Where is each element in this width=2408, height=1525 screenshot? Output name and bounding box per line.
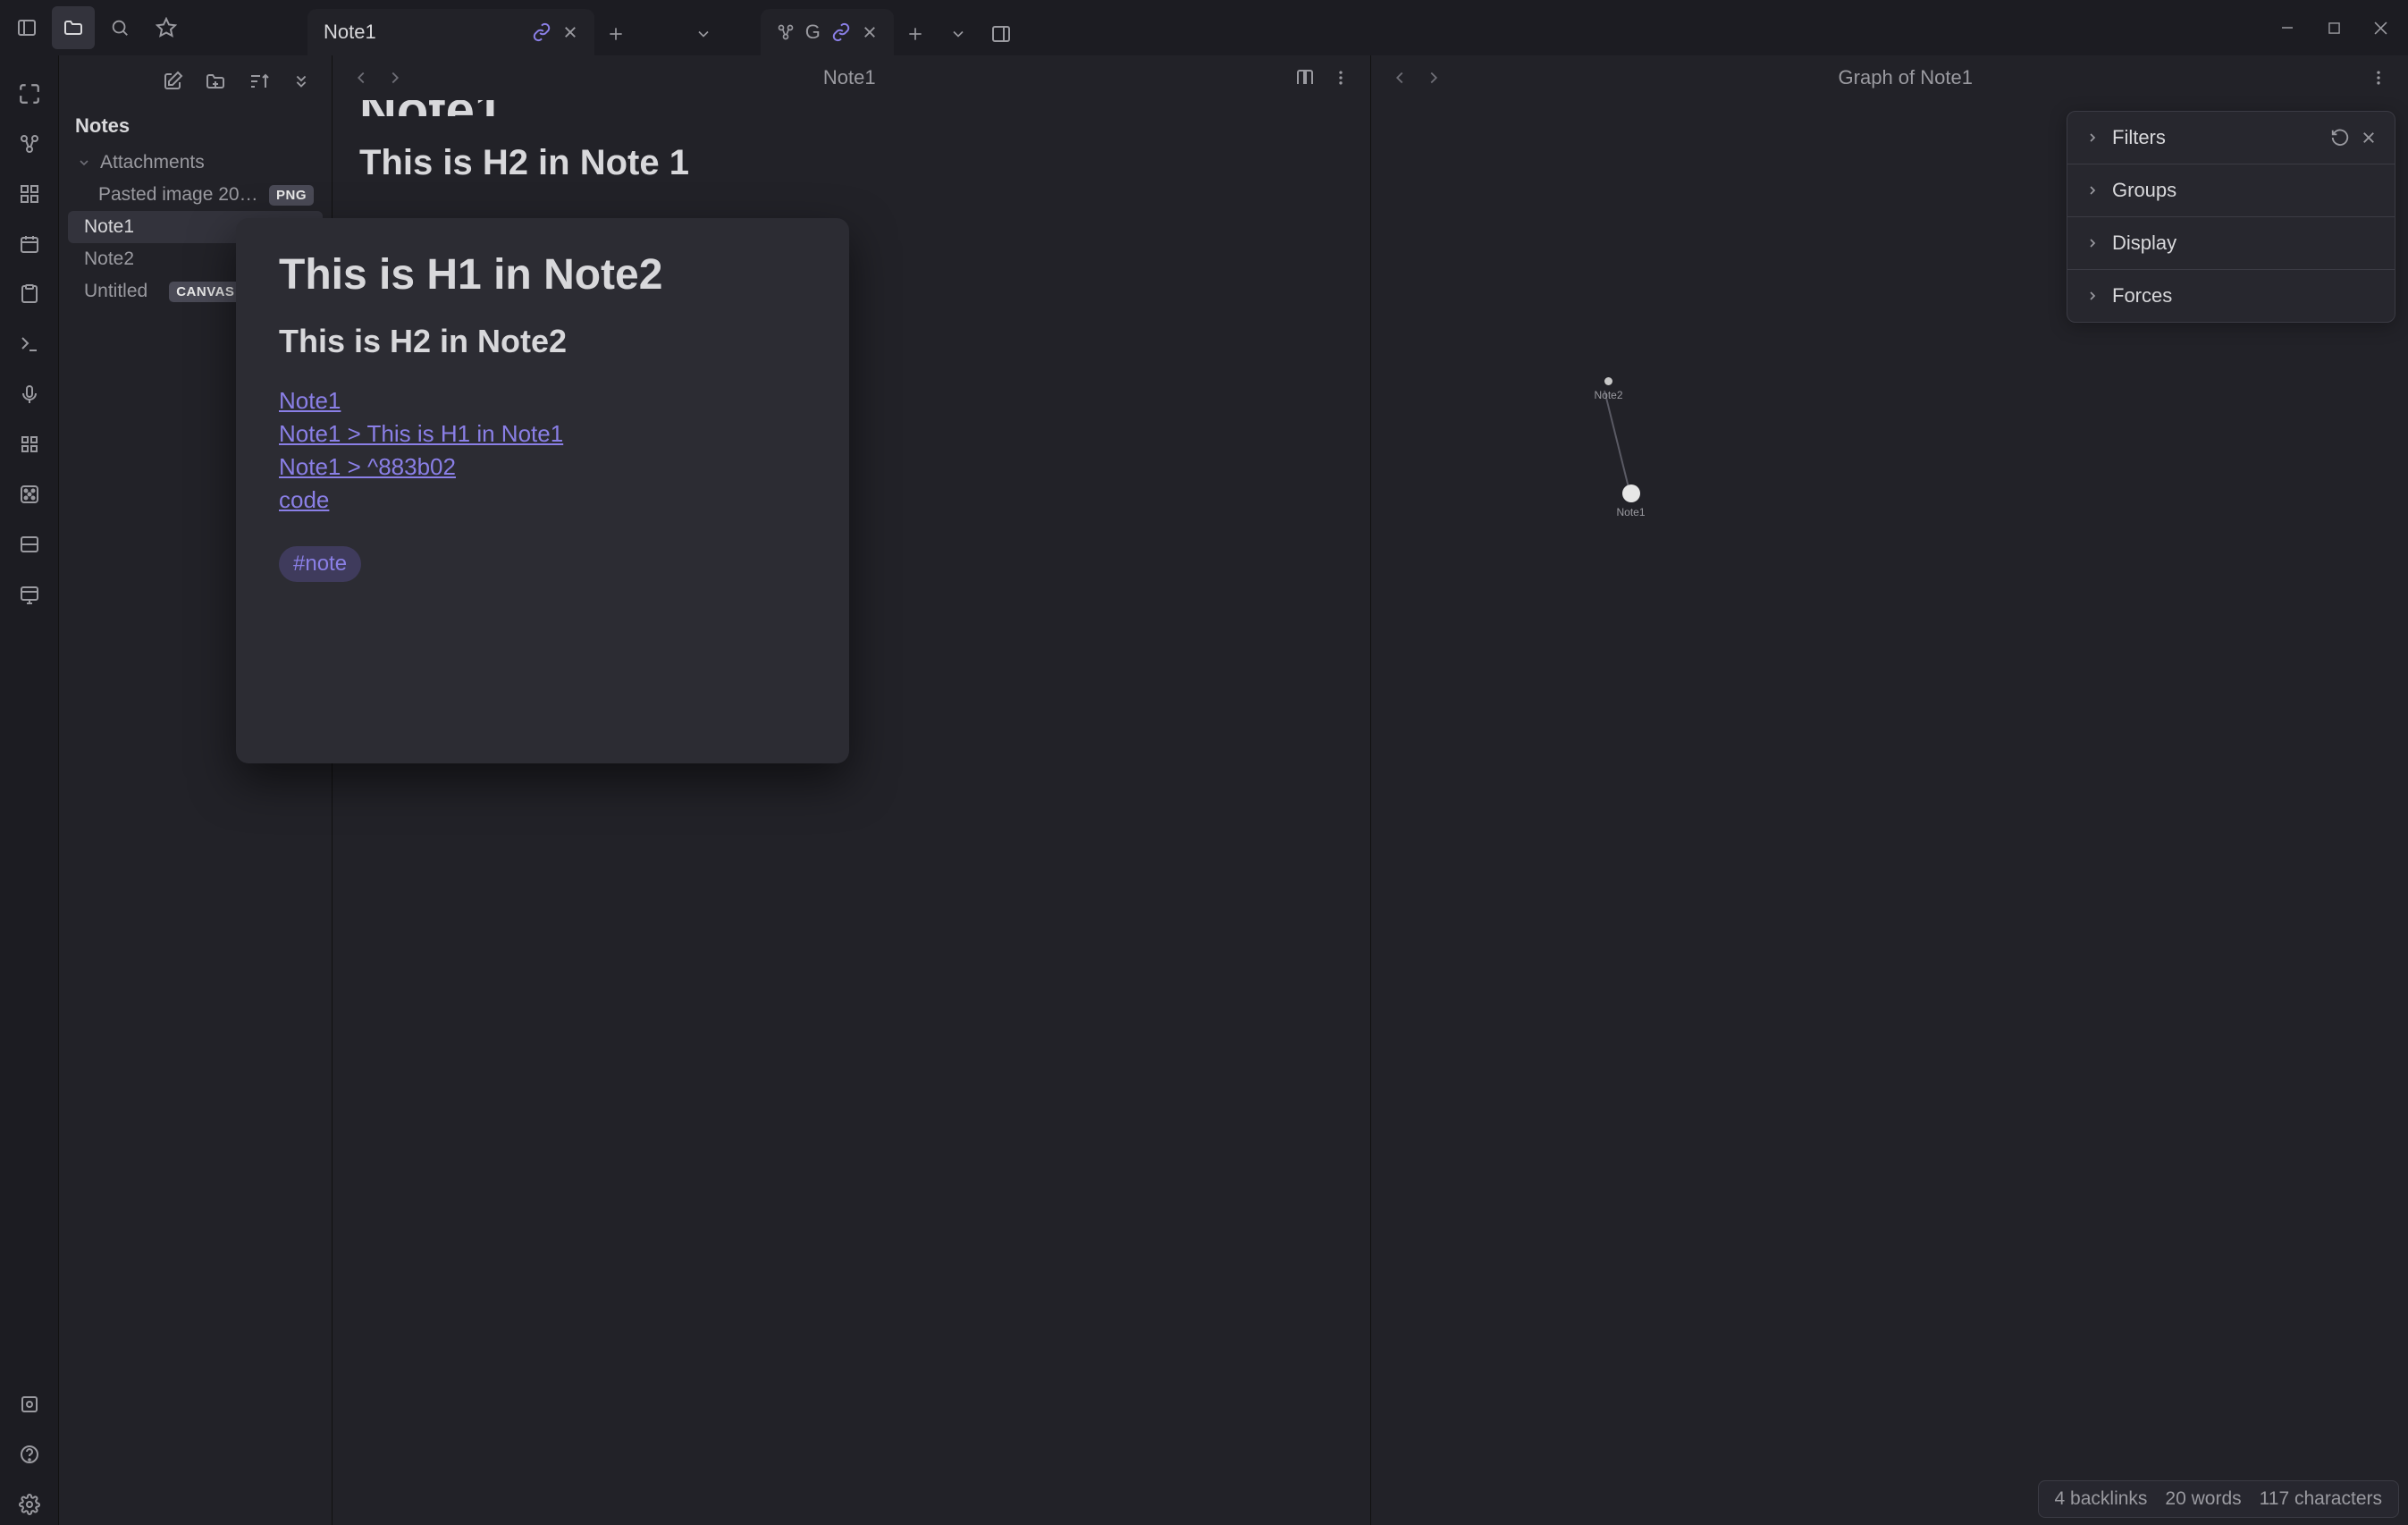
daily-note-icon[interactable] xyxy=(9,223,50,265)
random-note-icon[interactable] xyxy=(9,474,50,515)
search-tab[interactable] xyxy=(98,6,141,49)
collapse-button[interactable] xyxy=(283,63,319,99)
maximize-button[interactable] xyxy=(2311,10,2356,46)
png-badge: PNG xyxy=(269,185,314,206)
pane-title: Graph of Note1 xyxy=(1455,66,2357,89)
settings-icon[interactable] xyxy=(9,1484,50,1525)
chevron-right-icon xyxy=(2085,236,2100,250)
chevron-right-icon xyxy=(2085,289,2100,303)
window-controls xyxy=(2265,10,2403,46)
sidebar-right-toggle[interactable] xyxy=(980,13,1023,55)
forward-button[interactable] xyxy=(383,68,408,88)
file-attachment[interactable]: Pasted image 20… PNG xyxy=(68,179,323,211)
option-label: Filters xyxy=(2112,126,2320,149)
word-count[interactable]: 20 words xyxy=(2165,1488,2241,1510)
sort-button[interactable] xyxy=(240,63,276,99)
workspace-icon[interactable] xyxy=(9,524,50,565)
tab-graph[interactable]: G xyxy=(761,9,894,55)
popover-link[interactable]: Note1 xyxy=(279,387,806,415)
graph-view-icon[interactable] xyxy=(9,123,50,164)
tab-label: Note1 xyxy=(324,21,376,44)
titlebar: Note1 G xyxy=(0,0,2408,55)
tab-strip: Note1 G xyxy=(307,0,2261,55)
audio-recorder-icon[interactable] xyxy=(9,374,50,415)
tab-dropdown[interactable] xyxy=(682,13,725,55)
tab-note1[interactable]: Note1 xyxy=(307,9,594,55)
more-icon[interactable] xyxy=(2365,69,2392,87)
graph-option-groups[interactable]: Groups xyxy=(2067,164,2395,217)
option-label: Display xyxy=(2112,232,2176,255)
close-window-button[interactable] xyxy=(2358,10,2403,46)
vault-name: Notes xyxy=(59,107,332,147)
file-label: Pasted image 20… xyxy=(98,184,262,206)
file-label: Note1 xyxy=(84,216,134,238)
close-icon[interactable] xyxy=(862,24,878,40)
chevron-down-icon xyxy=(77,156,93,170)
forward-button[interactable] xyxy=(1421,68,1446,88)
chevron-right-icon xyxy=(2085,183,2100,198)
quick-switcher-icon[interactable] xyxy=(9,73,50,114)
reading-view-icon[interactable] xyxy=(1292,67,1318,88)
option-label: Groups xyxy=(2112,179,2176,202)
pane-title[interactable]: Note1 xyxy=(417,66,1283,89)
canvas-badge: CANVAS xyxy=(169,282,241,302)
status-bar: 4 backlinks 20 words 117 characters xyxy=(2038,1480,2399,1518)
note-h1-cut: Note1 xyxy=(359,100,1343,116)
chevron-right-icon xyxy=(2085,131,2100,145)
popover-h2: This is H2 in Note2 xyxy=(279,323,806,360)
folder-attachments[interactable]: Attachments xyxy=(68,147,323,179)
hover-preview-popover: This is H1 in Note2 This is H2 in Note2 … xyxy=(236,218,849,763)
popover-link[interactable]: code xyxy=(279,486,806,514)
graph-node-note2[interactable]: Note2 xyxy=(1595,377,1623,401)
command-palette-icon[interactable] xyxy=(9,324,50,365)
popover-h1: This is H1 in Note2 xyxy=(279,250,806,299)
popover-link[interactable]: Note1 > This is H1 in Note1 xyxy=(279,420,806,448)
vault-icon[interactable] xyxy=(9,1384,50,1425)
canvas-icon[interactable] xyxy=(9,173,50,215)
minimize-button[interactable] xyxy=(2265,10,2310,46)
popover-tag[interactable]: #note xyxy=(279,546,361,582)
graph-option-display[interactable]: Display xyxy=(2067,217,2395,270)
new-tab-button[interactable] xyxy=(594,13,637,55)
option-label: Forces xyxy=(2112,284,2172,308)
back-button[interactable] xyxy=(349,68,374,88)
close-icon[interactable] xyxy=(2361,130,2377,146)
publish-icon[interactable] xyxy=(9,574,50,615)
templates-icon[interactable] xyxy=(9,274,50,315)
reset-icon[interactable] xyxy=(2330,128,2350,147)
note-h2: This is H2 in Note 1 xyxy=(359,143,1343,183)
graph-icon xyxy=(777,23,795,41)
bookmarks-tab[interactable] xyxy=(145,6,188,49)
graph-options-panel: Filters Groups Display Forces xyxy=(2067,111,2395,323)
char-count[interactable]: 117 characters xyxy=(2260,1488,2382,1510)
help-icon[interactable] xyxy=(9,1434,50,1475)
file-label: Note2 xyxy=(84,249,134,270)
link-icon xyxy=(831,22,851,42)
sidebar-left-toggle[interactable] xyxy=(5,6,48,49)
ribbon xyxy=(0,55,59,1525)
new-note-button[interactable] xyxy=(155,63,190,99)
folder-label: Attachments xyxy=(100,152,205,173)
new-tab-button-2[interactable] xyxy=(894,13,937,55)
graph-pane: Graph of Note1 Filters Groups Display xyxy=(1370,55,2408,1525)
close-icon[interactable] xyxy=(562,24,578,40)
backlinks-count[interactable]: 4 backlinks xyxy=(2055,1488,2148,1510)
popover-link[interactable]: Note1 > ^883b02 xyxy=(279,453,806,481)
graph-node-note1[interactable]: Note1 xyxy=(1617,484,1646,518)
slash-commands-icon[interactable] xyxy=(9,424,50,465)
note-body[interactable]: Note1 This is H2 in Note 1 xyxy=(333,100,1370,183)
tab-dropdown-2[interactable] xyxy=(937,13,980,55)
link-icon xyxy=(532,22,551,42)
file-label: Untitled xyxy=(84,281,147,302)
files-tab[interactable] xyxy=(52,6,95,49)
graph-option-filters[interactable]: Filters xyxy=(2067,112,2395,164)
more-icon[interactable] xyxy=(1327,69,1354,87)
new-folder-button[interactable] xyxy=(198,63,233,99)
graph-option-forces[interactable]: Forces xyxy=(2067,270,2395,322)
back-button[interactable] xyxy=(1387,68,1412,88)
tab-label: G xyxy=(805,21,821,44)
